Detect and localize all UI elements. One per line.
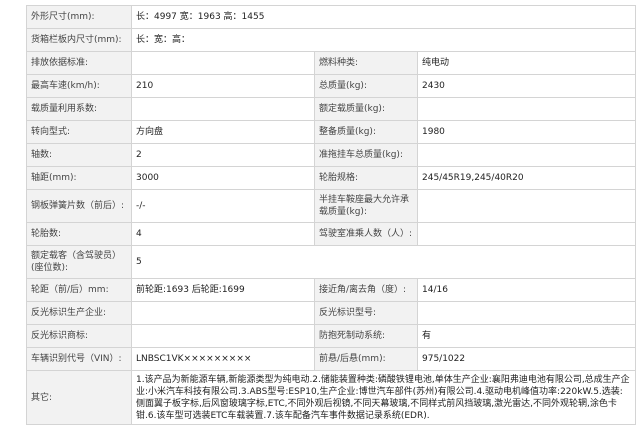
spec-value: 方向盘 <box>131 120 315 144</box>
spec-row: 轴距(mm): 3000 轮胎规格: 245/45R19,245/40R20 <box>26 166 636 190</box>
spec-label: 轴距(mm): <box>26 166 132 190</box>
spec-label: 准拖挂车总质量(kg): <box>314 143 418 167</box>
spec-row: 货箱栏板内尺寸(mm): 长：宽：高： <box>26 28 636 52</box>
spec-value <box>131 324 315 348</box>
spec-value: 前轮距:1693 后轮距:1699 <box>131 278 315 302</box>
spec-value: 2 <box>131 143 315 167</box>
spec-value: 14/16 <box>417 278 636 302</box>
spec-label: 反光标识型号: <box>314 301 418 325</box>
spec-value: 975/1022 <box>417 347 636 371</box>
spec-label: 其它: <box>26 370 132 425</box>
spec-row: 额定载客（含驾驶员）(座位数): 5 <box>26 245 636 279</box>
vehicle-spec-body: 外形尺寸(mm): 长：4997 宽：1963 高：1455 货箱栏板内尺寸(mm)… <box>26 5 636 425</box>
spec-label: 额定载客（含驾驶员）(座位数): <box>26 245 132 279</box>
spec-label: 额定载质量(kg): <box>314 97 418 121</box>
spec-row: 钢板弹簧片数（前后）: -/- 半挂车鞍座最大允许承载质量(kg): <box>26 189 636 223</box>
spec-value: 长：4997 宽：1963 高：1455 <box>131 5 636 29</box>
spec-value <box>417 143 636 167</box>
spec-label: 整备质量(kg): <box>314 120 418 144</box>
spec-label: 轮距（前/后）mm: <box>26 278 132 302</box>
vehicle-spec-table: 外形尺寸(mm): 长：4997 宽：1963 高：1455 货箱栏板内尺寸(mm)… <box>26 5 636 425</box>
spec-label: 外形尺寸(mm): <box>26 5 132 29</box>
spec-label: 最高车速(km/h): <box>26 74 132 98</box>
spec-value: 210 <box>131 74 315 98</box>
spec-row: 轮距（前/后）mm: 前轮距:1693 后轮距:1699 接近角/离去角（度）: 14… <box>26 278 636 302</box>
spec-value: 1980 <box>417 120 636 144</box>
spec-value: 有 <box>417 324 636 348</box>
spec-value <box>131 97 315 121</box>
spec-label: 防抱死制动系统: <box>314 324 418 348</box>
spec-label: 轴数: <box>26 143 132 167</box>
spec-row: 最高车速(km/h): 210 总质量(kg): 2430 <box>26 74 636 98</box>
spec-label: 货箱栏板内尺寸(mm): <box>26 28 132 52</box>
spec-value: 长：宽：高： <box>131 28 636 52</box>
spec-value: 245/45R19,245/40R20 <box>417 166 636 190</box>
spec-row: 轴数: 2 准拖挂车总质量(kg): <box>26 143 636 167</box>
spec-label: 载质量利用系数: <box>26 97 132 121</box>
spec-label: 接近角/离去角（度）: <box>314 278 418 302</box>
spec-value <box>417 222 636 246</box>
spec-label: 反光标识商标: <box>26 324 132 348</box>
spec-value <box>417 189 636 223</box>
spec-value: 1.该产品为新能源车辆,新能源类型为纯电动.2.储能装置种类:磷酸铁锂电池,单体… <box>131 370 636 425</box>
spec-label: 轮胎规格: <box>314 166 418 190</box>
spec-row: 载质量利用系数: 额定载质量(kg): <box>26 97 636 121</box>
spec-label: 转向型式: <box>26 120 132 144</box>
spec-row: 轮胎数: 4 驾驶室准乘人数（人）: <box>26 222 636 246</box>
spec-value <box>131 301 315 325</box>
spec-value: 3000 <box>131 166 315 190</box>
spec-value: 纯电动 <box>417 51 636 75</box>
spec-row: 排放依据标准: 燃料种类: 纯电动 <box>26 51 636 75</box>
spec-label: 前悬/后悬(mm): <box>314 347 418 371</box>
spec-value: -/- <box>131 189 315 223</box>
spec-row: 反光标识商标: 防抱死制动系统: 有 <box>26 324 636 348</box>
spec-value: LNBSC1VK××××××××× <box>131 347 315 371</box>
spec-label: 半挂车鞍座最大允许承载质量(kg): <box>314 189 418 223</box>
spec-label: 燃料种类: <box>314 51 418 75</box>
spec-row: 转向型式: 方向盘 整备质量(kg): 1980 <box>26 120 636 144</box>
spec-value: 4 <box>131 222 315 246</box>
spec-label: 排放依据标准: <box>26 51 132 75</box>
spec-label: 轮胎数: <box>26 222 132 246</box>
spec-value: 2430 <box>417 74 636 98</box>
spec-row: 车辆识别代号（VIN）: LNBSC1VK××××××××× 前悬/后悬(mm): 9… <box>26 347 636 371</box>
spec-label: 钢板弹簧片数（前后）: <box>26 189 132 223</box>
spec-value <box>417 97 636 121</box>
spec-label: 车辆识别代号（VIN）: <box>26 347 132 371</box>
spec-label: 总质量(kg): <box>314 74 418 98</box>
spec-row: 反光标识生产企业: 反光标识型号: <box>26 301 636 325</box>
spec-value <box>131 51 315 75</box>
spec-row: 外形尺寸(mm): 长：4997 宽：1963 高：1455 <box>26 5 636 29</box>
spec-label: 驾驶室准乘人数（人）: <box>314 222 418 246</box>
spec-value <box>417 301 636 325</box>
spec-label: 反光标识生产企业: <box>26 301 132 325</box>
spec-value: 5 <box>131 245 636 279</box>
spec-row: 其它: 1.该产品为新能源车辆,新能源类型为纯电动.2.储能装置种类:磷酸铁锂电池… <box>26 370 636 425</box>
